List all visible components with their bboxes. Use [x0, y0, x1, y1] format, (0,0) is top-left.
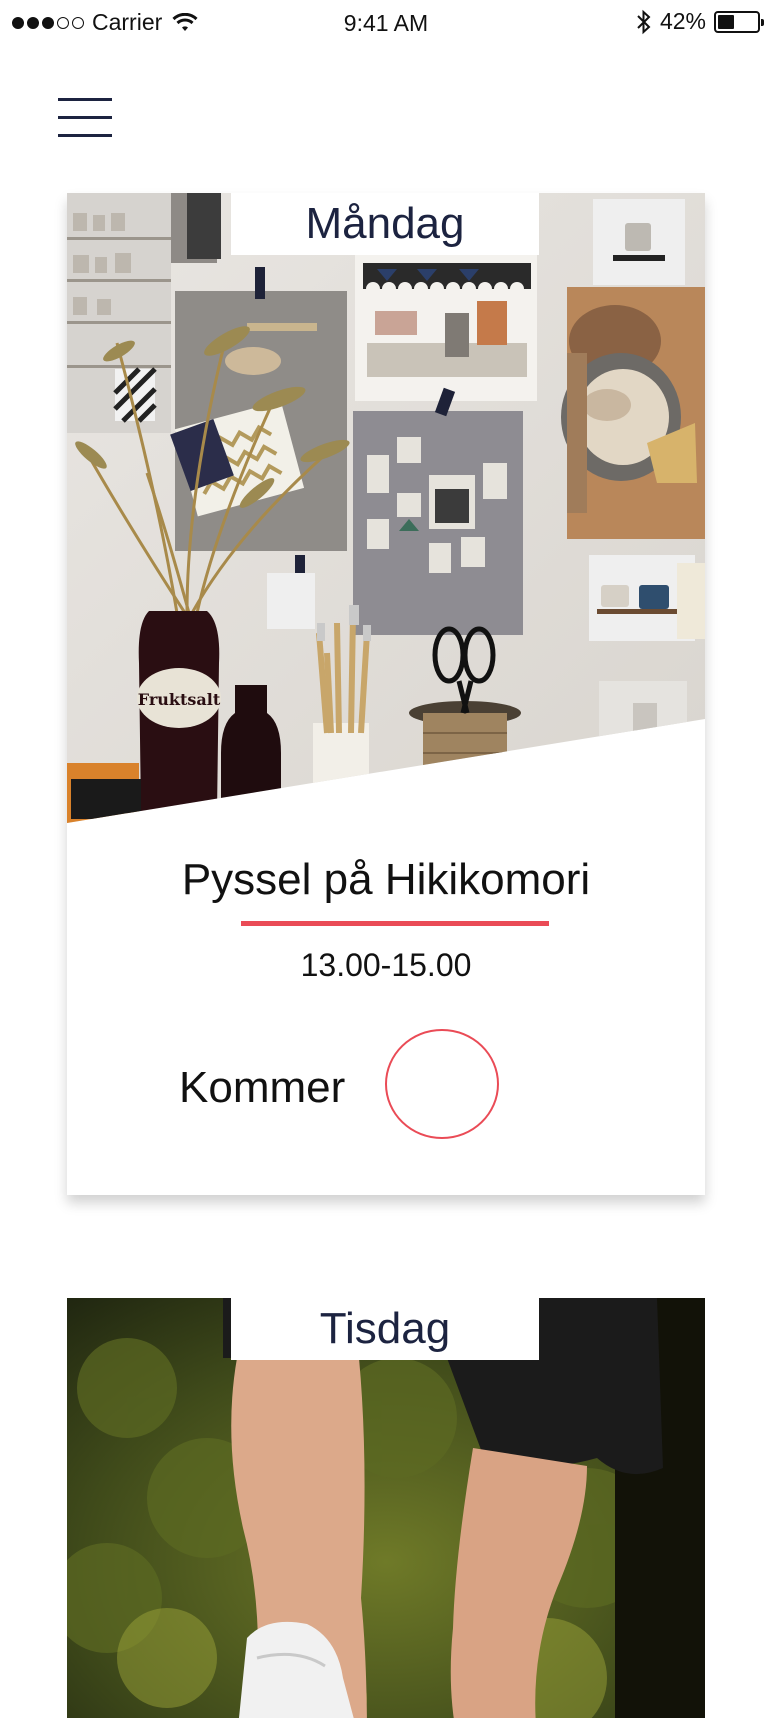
bluetooth-icon [637, 9, 651, 34]
fruktsalt-label: Fruktsalt [138, 690, 221, 709]
battery-percent: 42% [659, 8, 706, 34]
status-right: 42% [636, 8, 764, 35]
attend-label: Kommer [179, 1063, 346, 1112]
craft-studio-illustration: Fruktsalt [67, 193, 705, 823]
status-bar: Carrier 9:41 AM 42% [0, 0, 772, 46]
battery-icon [714, 10, 764, 33]
day-label-monday: Måndag [231, 193, 539, 255]
hamburger-icon[interactable] [58, 96, 114, 138]
day-card-monday: Fruktsalt Måndag Pyssel på Hikikomori 13… [67, 193, 705, 1195]
craft-studio-photo: Fruktsalt [67, 193, 705, 823]
event-title[interactable]: Pyssel på Hikikomori [67, 855, 705, 905]
battery-fill [718, 14, 734, 29]
day-card-tuesday: Tisdag [67, 1298, 705, 1718]
title-underline [241, 921, 549, 926]
attend-toggle[interactable] [385, 1029, 499, 1139]
running-legs-photo [67, 1298, 705, 1718]
event-time: 13.00-15.00 [300, 947, 472, 983]
running-legs-illustration [67, 1298, 705, 1718]
day-label-tuesday: Tisdag [231, 1298, 539, 1360]
